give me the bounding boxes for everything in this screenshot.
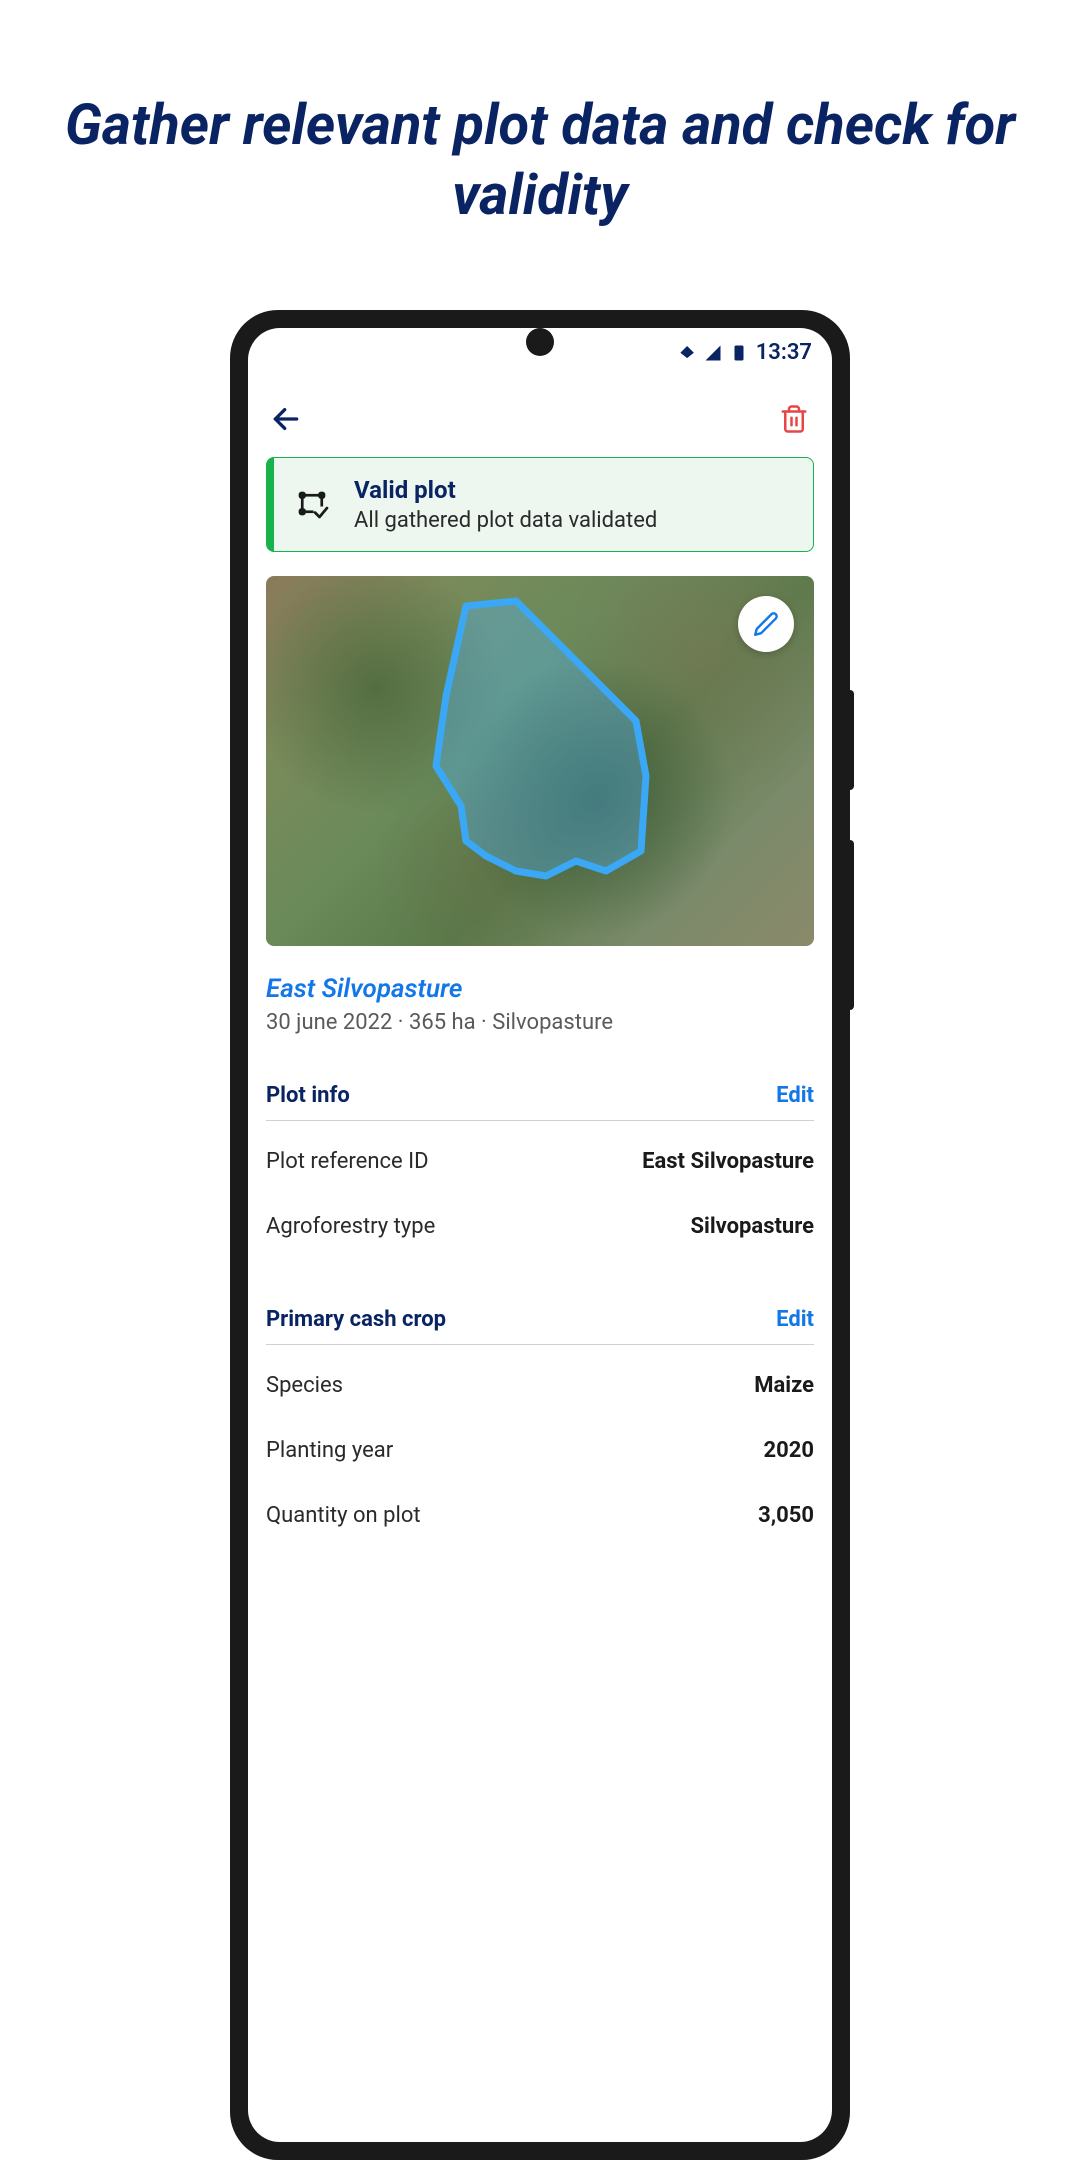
info-row: Plot reference ID East Silvopasture [266, 1149, 814, 1174]
validation-text: Valid plot All gathered plot data valida… [354, 476, 657, 533]
info-label: Quantity on plot [266, 1503, 421, 1528]
wifi-icon [676, 344, 698, 362]
trash-icon [779, 404, 809, 434]
battery-icon [728, 344, 750, 362]
info-value: 3,050 [758, 1503, 814, 1528]
status-time: 13:37 [756, 340, 812, 365]
plot-validated-icon [294, 487, 330, 523]
info-value: Maize [754, 1373, 814, 1398]
phone-volume-button [850, 840, 854, 1010]
info-value: East Silvopasture [642, 1149, 814, 1174]
primary-crop-title: Primary cash crop [266, 1307, 446, 1332]
plot-boundary-polygon [266, 576, 814, 946]
plot-info-title: Plot info [266, 1083, 350, 1108]
arrow-left-icon [270, 403, 302, 435]
plot-map[interactable] [266, 576, 814, 946]
info-value: Silvopasture [690, 1214, 814, 1239]
validation-banner: Valid plot All gathered plot data valida… [266, 457, 814, 552]
phone-power-button [850, 690, 854, 790]
info-value: 2020 [764, 1438, 815, 1463]
phone-screen: 13:37 [248, 328, 832, 2142]
validation-title: Valid plot [354, 476, 657, 504]
back-button[interactable] [268, 401, 304, 437]
info-label: Agroforestry type [266, 1214, 435, 1239]
info-row: Planting year 2020 [266, 1438, 814, 1463]
status-icons [676, 344, 750, 362]
info-label: Planting year [266, 1438, 393, 1463]
edit-primary-crop-button[interactable]: Edit [776, 1307, 814, 1332]
phone-camera-notch [526, 328, 554, 356]
plot-info-section-header: Plot info Edit [266, 1083, 814, 1121]
cellular-signal-icon [702, 344, 724, 362]
edit-plot-info-button[interactable]: Edit [776, 1083, 814, 1108]
edit-map-button[interactable] [738, 596, 794, 652]
phone-frame: 13:37 [230, 310, 850, 2160]
primary-crop-section-header: Primary cash crop Edit [266, 1307, 814, 1345]
validation-subtitle: All gathered plot data validated [354, 508, 657, 533]
info-row: Quantity on plot 3,050 [266, 1503, 814, 1528]
plot-title: East Silvopasture [266, 974, 814, 1004]
pencil-icon [753, 611, 779, 637]
delete-button[interactable] [776, 401, 812, 437]
marketing-headline: Gather relevant plot data and check for … [0, 0, 1080, 290]
app-header [248, 373, 832, 457]
info-label: Species [266, 1373, 343, 1398]
plot-meta: 30 june 2022 · 365 ha · Silvopasture [266, 1010, 814, 1035]
content-area: Valid plot All gathered plot data valida… [248, 457, 832, 1528]
info-row: Species Maize [266, 1373, 814, 1398]
info-row: Agroforestry type Silvopasture [266, 1214, 814, 1239]
info-label: Plot reference ID [266, 1149, 429, 1174]
